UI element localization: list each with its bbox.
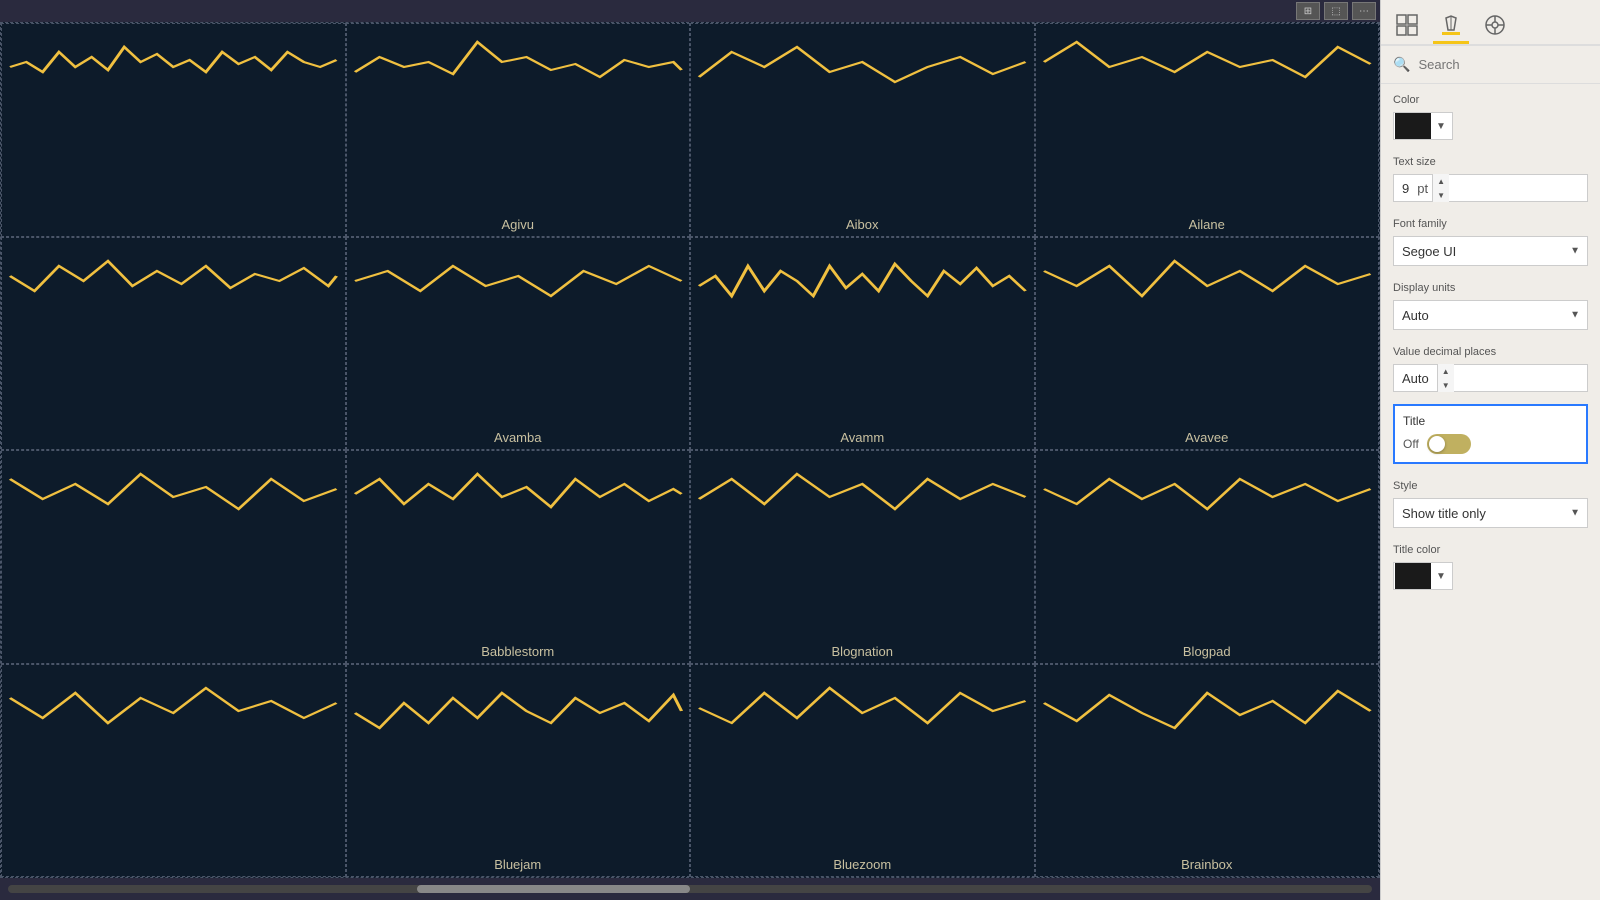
search-icon: 🔍 bbox=[1393, 56, 1410, 73]
font-family-section: Font family Segoe UI Arial Calibri ▼ bbox=[1381, 208, 1600, 272]
chart-cell: Bluezoom bbox=[690, 664, 1035, 878]
chart-cell: Ailane bbox=[1035, 23, 1380, 237]
decimal-up[interactable]: ▲ bbox=[1438, 364, 1454, 378]
color-swatch bbox=[1395, 113, 1431, 139]
color-label: Color bbox=[1393, 94, 1588, 106]
style-dropdown[interactable]: Show title only Show title and subtitle … bbox=[1393, 498, 1588, 528]
chart-cell: Blognation bbox=[690, 450, 1035, 664]
chart-label: Aibox bbox=[699, 215, 1026, 232]
title-toggle-label: Off bbox=[1403, 437, 1419, 451]
style-select[interactable]: Show title only Show title and subtitle bbox=[1393, 498, 1588, 528]
style-label: Style bbox=[1393, 480, 1588, 492]
decimal-places-label: Value decimal places bbox=[1393, 346, 1588, 358]
chart-label: Bluejam bbox=[355, 855, 682, 872]
tab-grid[interactable] bbox=[1389, 8, 1425, 44]
chart-label: Avamba bbox=[355, 428, 682, 445]
chart-label bbox=[10, 870, 337, 872]
chart-cell bbox=[1, 664, 346, 878]
title-section-label: Title bbox=[1403, 414, 1578, 428]
title-color-arrow-icon: ▼ bbox=[1432, 571, 1450, 582]
chart-label: Avamm bbox=[699, 428, 1026, 445]
text-size-input[interactable]: 9 pt ▲ ▼ bbox=[1393, 174, 1588, 202]
chart-cell: Bluejam bbox=[346, 664, 691, 878]
decimal-places-input[interactable]: Auto ▲ ▼ bbox=[1393, 364, 1588, 392]
toolbar-export-icon[interactable]: ⬚ bbox=[1324, 2, 1348, 20]
title-section: Title Off bbox=[1393, 404, 1588, 464]
text-size-up[interactable]: ▲ bbox=[1433, 174, 1449, 188]
chart-label: Brainbox bbox=[1044, 855, 1371, 872]
title-color-section: Title color ▼ bbox=[1381, 534, 1600, 596]
title-toggle-row: Off bbox=[1403, 434, 1578, 454]
chart-grid: Agivu Aibox Ailane Avamba bbox=[0, 22, 1380, 878]
chart-cell bbox=[1, 450, 346, 664]
chart-cell: Avamm bbox=[690, 237, 1035, 451]
chart-label: Blognation bbox=[699, 642, 1026, 659]
title-toggle-knob bbox=[1429, 436, 1445, 452]
right-panel: 🔍 Color ▼ Text size 9 pt ▲ ▼ Font family… bbox=[1380, 0, 1600, 900]
font-family-select[interactable]: Segoe UI Arial Calibri bbox=[1393, 236, 1588, 266]
chart-cell: Aibox bbox=[690, 23, 1035, 237]
scrollbar-track[interactable] bbox=[8, 885, 1372, 893]
title-color-swatch bbox=[1395, 563, 1431, 589]
chart-cell bbox=[1, 237, 346, 451]
text-size-section: Text size 9 pt ▲ ▼ bbox=[1381, 146, 1600, 208]
search-input[interactable] bbox=[1418, 57, 1594, 72]
main-chart-area: ⊞ ⬚ ⋯ Agivu Aibox Ailane bbox=[0, 0, 1380, 900]
decimal-places-section: Value decimal places Auto ▲ ▼ bbox=[1381, 336, 1600, 398]
chart-cell bbox=[1, 23, 346, 237]
chart-label: Bluezoom bbox=[699, 855, 1026, 872]
tab-analytics[interactable] bbox=[1477, 8, 1513, 44]
bottom-scrollbar bbox=[0, 878, 1380, 900]
display-units-select[interactable]: Auto None Thousands Millions Billions Tr… bbox=[1393, 300, 1588, 330]
top-toolbar: ⊞ ⬚ ⋯ bbox=[0, 0, 1380, 22]
chart-label bbox=[10, 443, 337, 445]
chart-label: Blogpad bbox=[1044, 642, 1371, 659]
decimal-down[interactable]: ▼ bbox=[1438, 378, 1454, 392]
chart-cell: Babblestorm bbox=[346, 450, 691, 664]
text-size-down[interactable]: ▼ bbox=[1433, 188, 1449, 202]
search-bar: 🔍 bbox=[1381, 46, 1600, 84]
text-size-value: 9 bbox=[1394, 181, 1417, 196]
chart-cell: Blogpad bbox=[1035, 450, 1380, 664]
font-family-dropdown[interactable]: Segoe UI Arial Calibri ▼ bbox=[1393, 236, 1588, 266]
font-family-label: Font family bbox=[1393, 218, 1588, 230]
display-units-section: Display units Auto None Thousands Millio… bbox=[1381, 272, 1600, 336]
chart-cell: Brainbox bbox=[1035, 664, 1380, 878]
color-arrow-icon: ▼ bbox=[1432, 121, 1450, 132]
chart-cell: Agivu bbox=[346, 23, 691, 237]
color-section: Color ▼ bbox=[1381, 84, 1600, 146]
color-picker[interactable]: ▼ bbox=[1393, 112, 1453, 140]
chart-cell: Avamba bbox=[346, 237, 691, 451]
toolbar-more-icon[interactable]: ⋯ bbox=[1352, 2, 1376, 20]
title-color-picker[interactable]: ▼ bbox=[1393, 562, 1453, 590]
panel-tabs bbox=[1381, 0, 1600, 46]
title-toggle-switch[interactable] bbox=[1427, 434, 1471, 454]
chart-label: Avavee bbox=[1044, 428, 1371, 445]
toolbar-grid-icon[interactable]: ⊞ bbox=[1296, 2, 1320, 20]
text-size-label: Text size bbox=[1393, 156, 1588, 168]
decimal-places-value: Auto bbox=[1394, 371, 1437, 386]
chart-cell: Avavee bbox=[1035, 237, 1380, 451]
chart-label bbox=[10, 657, 337, 659]
style-section: Style Show title only Show title and sub… bbox=[1381, 470, 1600, 534]
chart-label: Agivu bbox=[355, 215, 682, 232]
decimal-places-spinners: ▲ ▼ bbox=[1437, 364, 1454, 392]
text-size-spinners: ▲ ▼ bbox=[1432, 174, 1449, 202]
display-units-dropdown[interactable]: Auto None Thousands Millions Billions Tr… bbox=[1393, 300, 1588, 330]
scrollbar-thumb[interactable] bbox=[417, 885, 690, 893]
display-units-label: Display units bbox=[1393, 282, 1588, 294]
chart-label: Babblestorm bbox=[355, 642, 682, 659]
tab-paint[interactable] bbox=[1433, 8, 1469, 44]
title-color-label: Title color bbox=[1393, 544, 1588, 556]
chart-label bbox=[10, 230, 337, 232]
text-size-unit: pt bbox=[1417, 181, 1432, 196]
chart-label: Ailane bbox=[1044, 215, 1371, 232]
